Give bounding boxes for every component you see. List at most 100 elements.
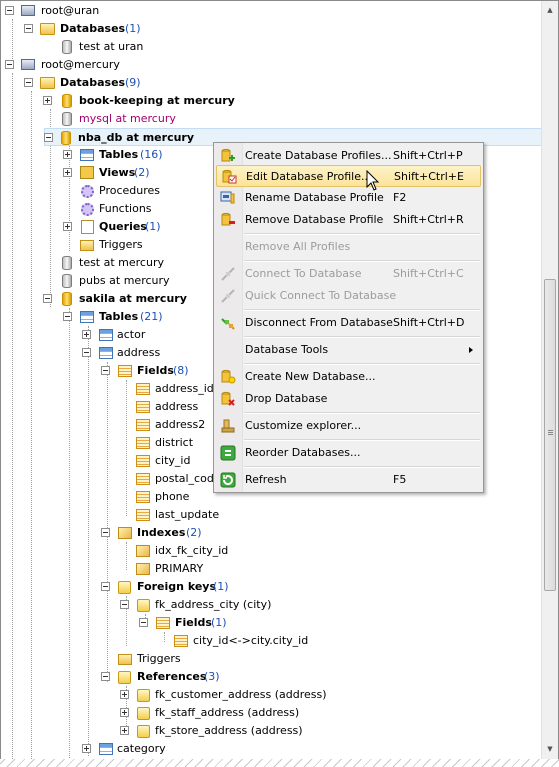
menu-item-rename-database-profile[interactable]: Rename Database Profile F2 (216, 187, 481, 209)
tree-node-field[interactable]: address_id (3, 380, 214, 398)
tree-node-label: category (117, 742, 166, 755)
tree-node-address-fields[interactable]: Fields (8) (3, 362, 213, 380)
collapse-icon[interactable] (63, 312, 72, 321)
tree-node-test-mercury[interactable]: test at mercury (3, 254, 213, 272)
tree-node-fk-field[interactable]: city_id<->city.city_id (3, 632, 323, 650)
db-rename-icon (220, 191, 235, 204)
collapse-icon[interactable] (101, 366, 110, 375)
tree-node-sakila-tables[interactable]: Tables (21) (3, 308, 213, 326)
tree-node-category[interactable]: category (3, 740, 303, 758)
expand-icon[interactable] (82, 744, 91, 753)
tree-node-root-mercury[interactable]: root@mercury (3, 56, 543, 74)
menu-item-refresh[interactable]: Refresh F5 (216, 469, 481, 491)
menu-item-disconnect-from-database[interactable]: Disconnect From Database Shift+Ctrl+D (216, 312, 481, 334)
expand-icon[interactable] (82, 330, 91, 339)
tree-node-reference[interactable]: fk_staff_address (address) (3, 704, 333, 722)
triggers-icon (118, 654, 132, 665)
tree-node-indexes[interactable]: Indexes (2) (3, 524, 303, 542)
field-icon (136, 473, 150, 485)
tree-node-field[interactable]: postal_code (3, 470, 221, 488)
menu-item-quick-connect-to-database[interactable]: Quick Connect To Database (216, 285, 481, 307)
tree-node-nba-functions[interactable]: Functions (3, 200, 213, 218)
menu-item-create-database-profiles[interactable]: Create Database Profiles... Shift+Ctrl+P (216, 145, 481, 167)
collapse-icon[interactable] (43, 294, 52, 303)
tree-node-databases-uran[interactable]: Databases (1) (3, 20, 543, 38)
tree-node-test-uran[interactable]: test at uran (3, 38, 543, 56)
menu-item-connect-to-database[interactable]: Connect To Database Shift+Ctrl+C (216, 263, 481, 285)
tree-node-label: postal_code (155, 472, 221, 485)
tree-node-nba-triggers[interactable]: Triggers (3, 236, 213, 254)
collapse-icon[interactable] (44, 133, 53, 142)
foreign-key-icon (137, 689, 150, 702)
tree-node-address-triggers[interactable]: Triggers (3, 650, 303, 668)
connect-icon (221, 267, 235, 281)
vertical-scrollbar[interactable]: ▲ ▼ (541, 1, 558, 760)
tree-node-nba-tables[interactable]: Tables (16) (3, 146, 213, 164)
menu-item-reorder-databases[interactable]: Reorder Databases... (216, 442, 481, 464)
customize-icon (221, 419, 235, 433)
foreign-key-icon (137, 707, 150, 720)
tree-node-foreign-keys[interactable]: Foreign keys (1) (3, 578, 303, 596)
expand-icon[interactable] (63, 150, 72, 159)
field-icon (136, 509, 150, 521)
tree-node-references[interactable]: References (3) (3, 668, 303, 686)
tree-node-index[interactable]: idx_fk_city_id (3, 542, 303, 560)
tree-node-index[interactable]: PRIMARY (3, 560, 303, 578)
menu-item-customize-explorer[interactable]: Customize explorer... (216, 415, 481, 437)
tree-node-field[interactable]: phone (3, 488, 213, 506)
db-add-icon (221, 148, 235, 162)
collapse-icon[interactable] (5, 6, 14, 15)
tree-node-count: (1) (125, 22, 141, 35)
tree-node-root-uran[interactable]: root@uran (3, 2, 543, 20)
expand-icon[interactable] (120, 726, 129, 735)
expand-icon[interactable] (63, 168, 72, 177)
tree-node-sakila[interactable]: sakila at mercury (3, 290, 213, 308)
expand-icon[interactable] (120, 708, 129, 717)
collapse-icon[interactable] (120, 600, 129, 609)
collapse-icon[interactable] (24, 24, 33, 33)
tree-node-pubs-mercury[interactable]: pubs at mercury (3, 272, 213, 290)
tree-node-reference[interactable]: fk_store_address (address) (3, 722, 333, 740)
menu-item-label: Quick Connect To Database (245, 289, 397, 302)
tree-node-databases-mercury[interactable]: Databases (9) (3, 74, 543, 92)
collapse-icon[interactable] (5, 60, 14, 69)
menu-item-create-new-database[interactable]: Create New Database... (216, 366, 481, 388)
tree-node-fk[interactable]: fk_address_city (city) (3, 596, 303, 614)
menu-item-database-tools[interactable]: Database Tools (216, 339, 481, 361)
tree-node-count: (3) (204, 670, 220, 683)
tree-node-book-keeping[interactable]: book-keeping at mercury (3, 92, 543, 110)
references-icon (118, 671, 131, 684)
tree-node-nba-queries[interactable]: Queries (1) (3, 218, 213, 236)
expand-icon[interactable] (63, 222, 72, 231)
tree-node-actor[interactable]: actor (3, 326, 213, 344)
tree-node-field[interactable]: address (3, 398, 213, 416)
expand-icon[interactable] (120, 690, 129, 699)
tree-node-reference[interactable]: fk_customer_address (address) (3, 686, 333, 704)
collapse-icon[interactable] (139, 618, 148, 627)
tree-node-mysql[interactable]: mysql at mercury (3, 110, 543, 128)
tree-node-fk-fields[interactable]: Fields (1) (3, 614, 303, 632)
expand-icon[interactable] (43, 96, 52, 105)
collapse-icon[interactable] (101, 528, 110, 537)
menu-item-remove-database-profile[interactable]: Remove Database Profile Shift+Ctrl+R (216, 209, 481, 231)
collapse-icon[interactable] (24, 78, 33, 87)
tree-node-address[interactable]: address (3, 344, 213, 362)
tree-node-field[interactable]: last_update (3, 506, 219, 524)
tree-node-field[interactable]: address2 (3, 416, 213, 434)
tree-node-nba-procedures[interactable]: Procedures (3, 182, 213, 200)
scroll-down-arrow-icon[interactable]: ▼ (544, 742, 556, 756)
db-drop-icon (221, 391, 235, 406)
tree-node-count: (1) (211, 616, 227, 629)
collapse-icon[interactable] (101, 582, 110, 591)
collapse-icon[interactable] (101, 672, 110, 681)
scroll-up-arrow-icon[interactable]: ▲ (544, 3, 556, 17)
menu-item-edit-database-profile[interactable]: Edit Database Profile... Shift+Ctrl+E (216, 165, 481, 187)
scrollbar-thumb[interactable] (544, 279, 556, 591)
tree-node-nba-views[interactable]: Views (2) (3, 164, 213, 182)
tree-node-field[interactable]: district (3, 434, 213, 452)
menu-item-remove-all-profiles[interactable]: Remove All Profiles (216, 236, 481, 258)
collapse-icon[interactable] (82, 348, 91, 357)
menu-item-label: Drop Database (245, 392, 328, 405)
menu-item-drop-database[interactable]: Drop Database (216, 388, 481, 410)
tree-node-field[interactable]: city_id (3, 452, 213, 470)
